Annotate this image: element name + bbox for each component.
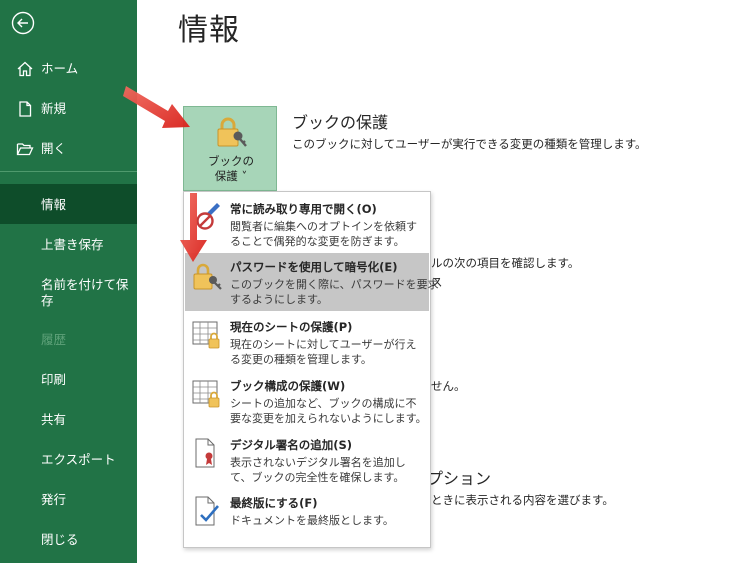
page-title: 情報 (178, 13, 240, 48)
sidebar-item-save-as[interactable]: 名前を付けて保 存 (0, 276, 137, 310)
sidebar-item-label: 閉じる (41, 532, 79, 547)
menu-item-description-line2: 要な変更を加えられないようにします。 (230, 412, 427, 425)
menu-item-description: 現在のシートに対してユーザーが行え (230, 338, 417, 351)
menu-item-description: ドキュメントを最終版とします。 (230, 514, 394, 527)
browser-options-description-fragment: ときに表示される内容を選びます。 (431, 493, 614, 507)
sidebar-item-share[interactable]: 共有 (0, 411, 137, 429)
sheet-lock-icon (192, 321, 220, 349)
sidebar-item-new[interactable]: 新規 (0, 100, 137, 118)
menu-item-description-line2: するようにします。 (230, 293, 328, 306)
sidebar-item-label: 印刷 (41, 372, 67, 387)
sidebar-item-close[interactable]: 閉じる (0, 531, 137, 549)
mark-final-icon (195, 496, 219, 526)
sidebar-item-label: 新規 (41, 101, 67, 116)
workbook-structure-lock-icon (192, 380, 220, 408)
sidebar-item-home[interactable]: ホーム (0, 60, 137, 78)
sidebar-item-label-line2: 存 (41, 293, 54, 308)
browser-options-title-fragment: プション (427, 469, 492, 488)
sidebar-item-label: 名前を付けて保 (41, 277, 129, 292)
sidebar-item-label: 共有 (41, 412, 67, 427)
lock-key-icon (217, 117, 247, 147)
menu-item-mark-as-final[interactable]: 最終版にする(F) ドキュメントを最終版とします。 (185, 490, 429, 538)
sidebar-item-save[interactable]: 上書き保存 (0, 236, 137, 254)
new-document-icon (19, 101, 32, 117)
section-title: ブックの保護 (292, 113, 389, 132)
digital-signature-icon (195, 438, 215, 468)
menu-item-description: 表示されないデジタル署名を追加し (230, 456, 406, 469)
open-folder-icon (16, 143, 34, 156)
menu-item-description-line2: ることで偶発的な変更を防ぎます。 (230, 235, 405, 248)
back-arrow-icon (11, 11, 35, 35)
protect-tile-label-line2: 保護 ˅ (214, 169, 248, 183)
menu-item-title: 現在のシートの保護(P) (230, 320, 353, 334)
menu-item-always-open-read-only[interactable]: 常に読み取り専用で開く(O) 閲覧者に編集へのオプトインを依頼す ることで偶発的… (185, 195, 429, 251)
menu-item-title: パスワードを使用して暗号化(E) (230, 260, 398, 274)
sidebar-item-label: エクスポート (41, 452, 116, 467)
menu-item-encrypt-with-password[interactable]: パスワードを使用して暗号化(E) このブックを開く際に、パスワードを要求 するよ… (185, 253, 439, 311)
sidebar-item-export[interactable]: エクスポート (0, 451, 137, 469)
lock-key-icon (193, 263, 222, 290)
menu-item-description-line2: る変更の種類を管理します。 (230, 353, 372, 366)
sidebar-item-label: ホーム (41, 61, 79, 76)
sidebar-item-label: 履歴 (41, 332, 67, 347)
menu-item-title: 常に読み取り専用で開く(O) (230, 202, 377, 216)
menu-item-protect-workbook-structure[interactable]: ブック構成の保護(W) シートの追加など、ブックの構成に不 要な変更を加えられな… (185, 372, 429, 430)
menu-item-protect-current-sheet[interactable]: 現在のシートの保護(P) 現在のシートに対してユーザーが行え る変更の種類を管理… (185, 313, 429, 371)
sidebar-item-label: 開く (41, 141, 67, 156)
sidebar-item-publish[interactable]: 発行 (0, 491, 137, 509)
sidebar-item-label: 情報 (41, 197, 67, 212)
sidebar-item-open[interactable]: 開く (0, 140, 137, 158)
menu-item-description-line2: て、ブックの完全性を確保します。 (230, 471, 405, 484)
protect-workbook-button[interactable]: ブックの 保護 ˅ (183, 106, 277, 191)
protect-workbook-menu: 常に読み取り専用で開く(O) 閲覧者に編集へのオプトインを依頼す ることで偶発的… (183, 191, 439, 548)
menu-item-title: ブック構成の保護(W) (230, 379, 346, 393)
menu-item-description: このブックを開く際に、パスワードを要求 (230, 278, 439, 291)
menu-item-add-digital-signature[interactable]: デジタル署名の追加(S) 表示されないデジタル署名を追加し て、ブックの完全性を… (185, 431, 429, 489)
section-description: このブックに対してユーザーが実行できる変更の種類を管理します。 (292, 137, 647, 151)
sidebar-item-label: 発行 (41, 492, 67, 507)
back-button[interactable] (11, 11, 35, 35)
readonly-pencil-icon (196, 203, 220, 230)
sidebar-item-label: 上書き保存 (41, 237, 104, 252)
protect-tile-label: ブックの (208, 154, 254, 168)
sidebar-divider (0, 171, 137, 172)
sidebar-item-info[interactable]: 情報 (0, 184, 137, 224)
menu-item-description: 閲覧者に編集へのオプトインを依頼す (230, 220, 417, 233)
menu-item-description: シートの追加など、ブックの構成に不 (230, 397, 417, 410)
versions-description-fragment: せん。 (431, 379, 466, 393)
backstage-sidebar: ホーム 新規 開く 情報 上書き保存 名前を付けて保 存 履歴 印刷 共有 エク… (0, 0, 137, 563)
menu-item-title: デジタル署名の追加(S) (230, 438, 353, 452)
home-icon (17, 61, 33, 77)
sidebar-item-history: 履歴 (0, 331, 137, 349)
inspect-description-fragment: ルの次の項目を確認します。 (431, 256, 580, 270)
menu-item-title: 最終版にする(F) (230, 496, 318, 510)
sidebar-item-print[interactable]: 印刷 (0, 371, 137, 389)
